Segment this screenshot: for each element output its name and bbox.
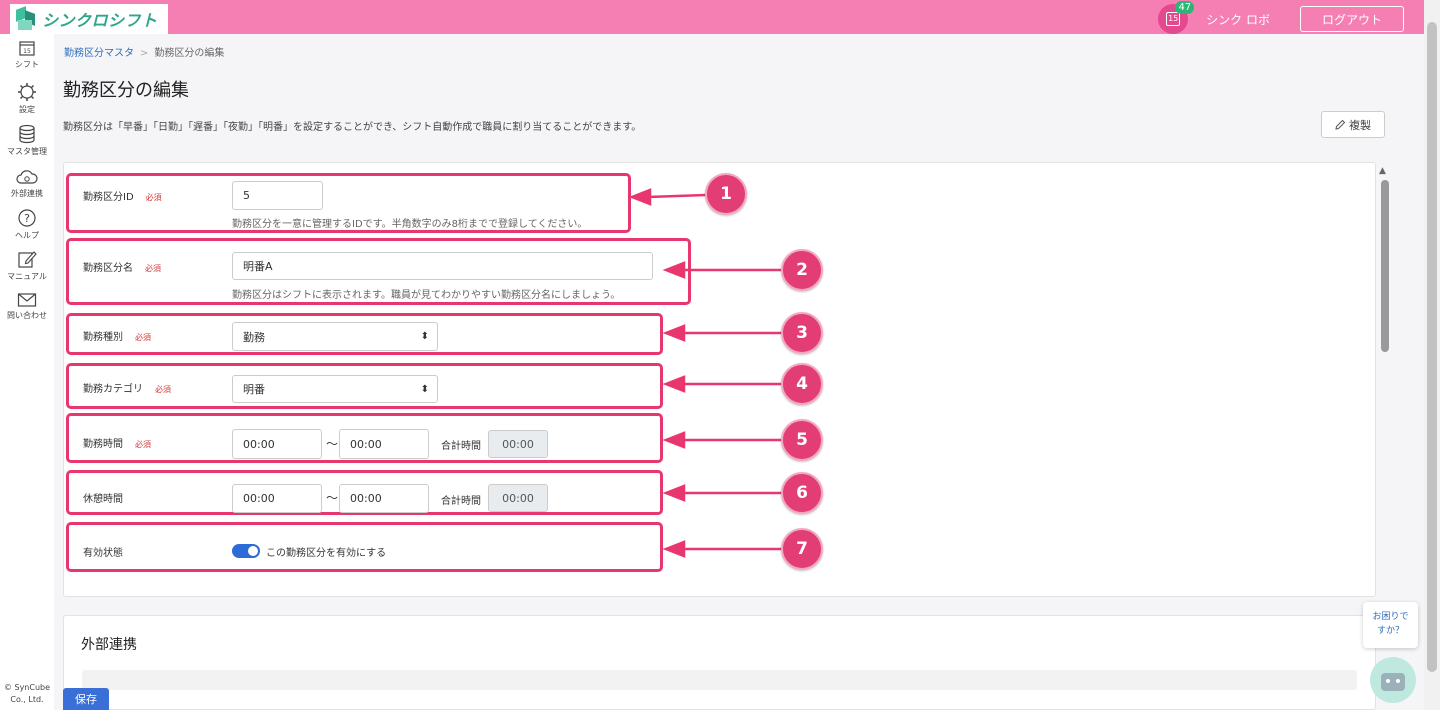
help-bubble[interactable]: お困りで すか？ bbox=[1363, 602, 1418, 648]
break-total-value: 00:00 bbox=[488, 484, 548, 512]
app-logo[interactable]: シンクロシフト bbox=[10, 4, 168, 34]
work-time-label: 勤務時間 必須 bbox=[83, 439, 151, 450]
status-toggle[interactable] bbox=[232, 544, 260, 558]
cloud-icon bbox=[16, 170, 38, 184]
name-help-text: 勤務区分はシフトに表示されます。職員が見てわかりやすい勤務区分名にしましょう。 bbox=[232, 290, 621, 301]
annotation-number-6: 6 bbox=[781, 472, 823, 514]
sidebar-item-label: マスタ管理 bbox=[7, 147, 47, 156]
copy-button-label: 複製 bbox=[1349, 118, 1371, 132]
work-end-input[interactable]: 00:00 bbox=[339, 429, 429, 459]
required-tag: 必須 bbox=[135, 333, 151, 342]
row-name: 勤務区分名 必須 明番A 勤務区分はシフトに表示されます。職員が見てわかりやすい勤… bbox=[66, 238, 691, 305]
id-label: 勤務区分ID 必須 bbox=[83, 192, 162, 203]
external-card: 外部連携 bbox=[63, 615, 1376, 710]
external-content-bar bbox=[82, 670, 1357, 690]
page-scrollbar[interactable] bbox=[1424, 0, 1440, 710]
work-total-label: 合計時間 bbox=[441, 441, 481, 452]
pencil-icon bbox=[1335, 119, 1346, 130]
breadcrumb: 勤務区分マスタ > 勤務区分の編集 bbox=[64, 44, 224, 59]
calendar-icon: 15 bbox=[1166, 12, 1181, 26]
sidebar-item-label: ヘルプ bbox=[15, 231, 39, 240]
scroll-up-arrow-icon[interactable]: ▲ bbox=[1379, 166, 1386, 176]
type-select[interactable]: 勤務 bbox=[232, 322, 438, 351]
logo-mark-icon bbox=[14, 6, 38, 32]
row-category: 勤務カテゴリ 必須 明番 bbox=[66, 363, 663, 409]
top-header: シンクロシフト 15 47 シンク ロボ ログアウト bbox=[0, 0, 1424, 34]
sidebar-item-integration[interactable]: 外部連携 bbox=[0, 168, 54, 199]
sidebar-item-contact[interactable]: 問い合わせ bbox=[0, 292, 54, 321]
logout-button[interactable]: ログアウト bbox=[1300, 6, 1404, 32]
database-icon bbox=[19, 124, 35, 144]
help-icon: ? bbox=[18, 209, 36, 227]
breadcrumb-separator: > bbox=[140, 48, 149, 59]
sidebar-item-label: 設定 bbox=[19, 105, 35, 114]
row-id: 勤務区分ID 必須 5 勤務区分を一意に管理するIDです。半角数字のみ8桁までで登… bbox=[66, 173, 631, 233]
range-separator: ～ bbox=[326, 437, 339, 451]
row-type: 勤務種別 必須 勤務 bbox=[66, 313, 663, 355]
edit-icon bbox=[18, 251, 37, 268]
page-description: 勤務区分は「早番」「日勤」「遅番」「夜勤」「明番」を設定することができ、シフト自… bbox=[63, 122, 642, 133]
notification-calendar-button[interactable]: 15 47 bbox=[1158, 1, 1195, 34]
breadcrumb-current: 勤務区分の編集 bbox=[154, 48, 225, 59]
sidebar-item-label: 外部連携 bbox=[11, 189, 43, 198]
svg-text:?: ? bbox=[24, 212, 30, 225]
external-section-title: 外部連携 bbox=[81, 637, 137, 653]
sidebar-item-master[interactable]: マスタ管理 bbox=[0, 124, 54, 157]
gear-icon bbox=[18, 83, 36, 101]
annotation-number-1: 1 bbox=[705, 173, 747, 215]
required-tag: 必須 bbox=[135, 440, 151, 449]
sidebar-item-shift[interactable]: 15 シフト bbox=[0, 39, 54, 70]
category-label: 勤務カテゴリ 必須 bbox=[83, 384, 171, 395]
work-total-value: 00:00 bbox=[488, 430, 548, 458]
range-separator: ～ bbox=[326, 491, 339, 505]
sidebar-item-manual[interactable]: マニュアル bbox=[0, 249, 54, 282]
calendar-icon: 15 bbox=[19, 41, 35, 56]
sidebar-nav: 15 シフト 設定 マスタ管理 外部連携 ? ヘルプ マニュアル 問い合わせ ©… bbox=[0, 34, 54, 710]
name-input[interactable]: 明番A bbox=[232, 252, 653, 280]
break-start-input[interactable]: 00:00 bbox=[232, 484, 322, 513]
sidebar-item-settings[interactable]: 設定 bbox=[0, 82, 54, 115]
status-toggle-label: この勤務区分を有効にする bbox=[266, 548, 387, 559]
chatbot-robot-icon[interactable] bbox=[1370, 657, 1416, 703]
break-end-input[interactable]: 00:00 bbox=[339, 484, 429, 513]
copy-button[interactable]: 複製 bbox=[1321, 111, 1385, 138]
row-status: 有効状態 この勤務区分を有効にする bbox=[66, 522, 663, 572]
name-label: 勤務区分名 必須 bbox=[83, 263, 161, 274]
annotation-number-5: 5 bbox=[781, 419, 823, 461]
annotation-number-3: 3 bbox=[781, 312, 823, 354]
sidebar-item-label: マニュアル bbox=[7, 272, 47, 281]
sidebar-item-label: 問い合わせ bbox=[7, 311, 47, 320]
copyright: © SynCube Co., Ltd. bbox=[3, 683, 51, 704]
form-scrollbar-thumb[interactable] bbox=[1381, 180, 1389, 352]
breadcrumb-parent-link[interactable]: 勤務区分マスタ bbox=[64, 48, 134, 59]
user-name: シンク ロボ bbox=[1206, 12, 1270, 27]
page-title: 勤務区分の編集 bbox=[63, 80, 189, 101]
break-time-label: 休憩時間 bbox=[83, 494, 123, 505]
category-select[interactable]: 明番 bbox=[232, 375, 438, 403]
save-button[interactable]: 保存 bbox=[63, 688, 109, 710]
id-input[interactable]: 5 bbox=[232, 181, 323, 210]
id-help-text: 勤務区分を一意に管理するIDです。半角数字のみ8桁までで登録してください。 bbox=[232, 219, 588, 230]
required-tag: 必須 bbox=[155, 385, 171, 394]
page-scrollbar-thumb[interactable] bbox=[1427, 22, 1437, 672]
sidebar-item-help[interactable]: ? ヘルプ bbox=[0, 208, 54, 241]
work-start-input[interactable]: 00:00 bbox=[232, 429, 322, 459]
status-label: 有効状態 bbox=[83, 548, 123, 559]
required-tag: 必須 bbox=[145, 264, 161, 273]
annotation-number-2: 2 bbox=[781, 249, 823, 291]
row-work-time: 勤務時間 必須 00:00 ～ 00:00 合計時間 00:00 bbox=[66, 413, 663, 463]
break-total-label: 合計時間 bbox=[441, 496, 481, 507]
notification-count-badge: 47 bbox=[1175, 1, 1195, 14]
type-label: 勤務種別 必須 bbox=[83, 332, 151, 343]
annotation-number-4: 4 bbox=[781, 363, 823, 405]
row-break-time: 休憩時間 00:00 ～ 00:00 合計時間 00:00 bbox=[66, 470, 663, 515]
mail-icon bbox=[17, 293, 37, 307]
annotation-number-7: 7 bbox=[781, 528, 823, 570]
svg-text:15: 15 bbox=[23, 48, 31, 55]
required-tag: 必須 bbox=[145, 193, 162, 202]
app-name: シンクロシフト bbox=[42, 11, 158, 30]
sidebar-item-label: シフト bbox=[15, 60, 39, 69]
